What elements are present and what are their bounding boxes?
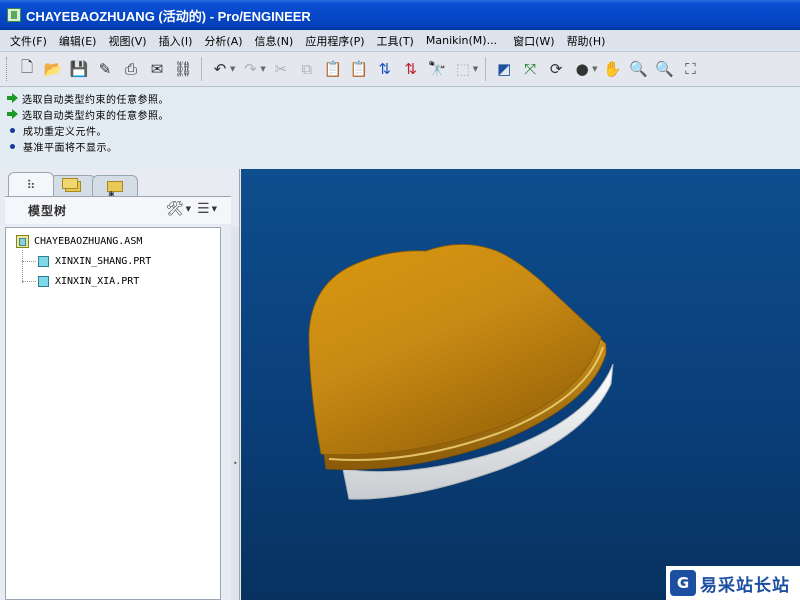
message-area: 选取自动类型约束的任意参照。 选取自动类型约束的任意参照。 成功重定义元件。 基… (0, 87, 800, 169)
part-icon (38, 275, 49, 287)
splitter-grip-icon[interactable]: • (233, 459, 238, 468)
paste-icon[interactable]: 📋 (323, 58, 343, 80)
shading-sphere-icon[interactable]: ● (572, 58, 592, 80)
show-list-icon[interactable]: ☰ (197, 201, 210, 217)
tab-folder-browser[interactable] (50, 175, 96, 196)
redo-icon[interactable]: ↷ (240, 58, 260, 80)
redo-dropdown-icon[interactable]: ▼ (260, 65, 265, 73)
message-line: 选取自动类型约束的任意参照。 (0, 106, 800, 122)
link-icon[interactable]: ⛓ (173, 58, 193, 80)
watermark-logo-icon: G (670, 570, 696, 596)
spin-center-icon[interactable]: ⟳ (546, 58, 566, 80)
part-icon (38, 255, 49, 267)
menu-info[interactable]: 信息(N) (249, 33, 300, 49)
model-tree-title: 模型树 (28, 204, 68, 218)
heart-box-model[interactable] (241, 169, 800, 600)
window-title: CHAYEBAOZHUANG (活动的) - Pro/ENGINEER (26, 8, 311, 24)
paste-special-icon[interactable]: 📋 (349, 58, 369, 80)
app-icon (7, 8, 21, 22)
find-icon[interactable]: 🔭 (427, 58, 447, 80)
shading-dropdown-icon[interactable]: ▼ (592, 65, 597, 73)
toolbar-separator (201, 57, 202, 81)
select-box-icon[interactable]: ⬚ (453, 58, 473, 80)
menu-edit[interactable]: 编辑(E) (53, 33, 103, 49)
watermark: G 易采站长站 (666, 566, 800, 600)
toolbar-separator (485, 57, 487, 81)
save-icon[interactable]: 💾 (69, 58, 89, 80)
panel-splitter[interactable] (231, 227, 239, 600)
tree-connector (22, 261, 36, 262)
main-toolbar: 🗋 📂 💾 ✎ ⎙ ✉ ⛓ ↶ ▼ ↷ ▼ ✂ ⧉ 📋 📋 ⇅ ⇅ 🔭 ⬚ ▼ … (0, 52, 800, 87)
tree-node-label: XINXIN_XIA.PRT (55, 275, 140, 287)
info-bullet-icon (10, 143, 15, 149)
show-dropdown-icon[interactable]: ▼ (212, 205, 217, 213)
menu-file[interactable]: 文件(F) (0, 33, 53, 49)
menu-bar: 文件(F) 编辑(E) 视图(V) 插入(I) 分析(A) 信息(N) 应用程序… (0, 30, 800, 52)
settings-tools-icon[interactable]: 🛠 (166, 201, 184, 217)
message-line: 成功重定义元件。 (0, 122, 800, 138)
print-icon[interactable]: ⎙ (121, 58, 141, 80)
graphics-viewport[interactable] (241, 169, 800, 600)
prompt-arrow-icon (7, 93, 19, 103)
refit-icon[interactable]: ⛶ (681, 58, 701, 80)
favorites-folder-icon: ✱ (107, 180, 123, 199)
tree-node-assembly[interactable]: CHAYEBAOZHUANG.ASM (16, 232, 142, 250)
menu-view[interactable]: 视图(V) (102, 33, 152, 49)
prompt-arrow-icon (7, 109, 19, 119)
new-file-icon[interactable]: 🗋 (17, 58, 37, 80)
toolbar-grip[interactable] (6, 57, 10, 81)
tree-structure-icon: ⠷ (26, 177, 36, 192)
message-text: 基准平面将不显示。 (23, 142, 118, 154)
send-mail-icon[interactable]: ✉ (147, 58, 167, 80)
tree-connector (22, 250, 23, 283)
menu-help[interactable]: 帮助(H) (561, 33, 612, 49)
edit-icon[interactable]: ✎ (95, 58, 115, 80)
open-folder-icon[interactable]: 📂 (43, 58, 63, 80)
navigator-panel: ⠷ ✱ 模型树 🛠 ▼ ☰ ▼ CHAYEBAOZHUANG.ASM XINXI… (0, 169, 240, 600)
message-text: 成功重定义元件。 (23, 126, 107, 138)
heart-lid-part[interactable] (308, 244, 602, 456)
regenerate-icon[interactable]: ⇅ (375, 58, 395, 80)
message-text: 选取自动类型约束的任意参照。 (22, 110, 169, 122)
tree-connector (22, 281, 36, 282)
menu-applications[interactable]: 应用程序(P) (299, 33, 370, 49)
cut-icon[interactable]: ✂ (271, 58, 291, 80)
pan-hand-icon[interactable]: ✋ (603, 58, 623, 80)
tree-node-label: XINXIN_SHANG.PRT (55, 255, 152, 267)
menu-manikin[interactable]: Manikin(M)... (420, 34, 503, 47)
undo-dropdown-icon[interactable]: ▼ (230, 65, 235, 73)
title-bar: CHAYEBAOZHUANG (活动的) - Pro/ENGINEER (0, 0, 800, 30)
folders-icon (62, 177, 81, 192)
model-tree-header: 模型树 🛠 ▼ ☰ ▼ (5, 196, 231, 224)
tab-model-tree[interactable]: ⠷ (8, 172, 54, 196)
settings-dropdown-icon[interactable]: ▼ (186, 205, 191, 213)
copy-icon[interactable]: ⧉ (297, 58, 317, 80)
menu-analysis[interactable]: 分析(A) (198, 33, 248, 49)
menu-insert[interactable]: 插入(I) (153, 33, 199, 49)
regenerate-manager-icon[interactable]: ⇅ (401, 58, 421, 80)
select-dropdown-icon[interactable]: ▼ (473, 65, 478, 73)
message-line: 基准平面将不显示。 (0, 138, 800, 154)
undo-icon[interactable]: ↶ (210, 58, 230, 80)
message-text: 选取自动类型约束的任意参照。 (22, 94, 169, 106)
watermark-text: 易采站长站 (700, 575, 790, 596)
message-line: 选取自动类型约束的任意参照。 (0, 90, 800, 106)
tab-favorites[interactable]: ✱ (92, 175, 138, 199)
model-tree-header-tools: 🛠 ▼ ☰ ▼ (166, 201, 223, 217)
assembly-icon (16, 234, 29, 248)
orient-icon[interactable]: ◩ (494, 58, 514, 80)
info-bullet-icon (10, 127, 15, 133)
model-tree: CHAYEBAOZHUANG.ASM XINXIN_SHANG.PRT XINX… (5, 227, 221, 600)
zoom-out-icon[interactable]: 🔍 (655, 58, 675, 80)
navigator-tabs: ⠷ ✱ (8, 172, 138, 199)
menu-window[interactable]: 窗口(W) (507, 33, 560, 49)
menu-tools[interactable]: 工具(T) (371, 33, 420, 49)
zoom-in-icon[interactable]: 🔍 (629, 58, 649, 80)
tree-node-part[interactable]: XINXIN_SHANG.PRT (38, 252, 151, 270)
tree-node-part[interactable]: XINXIN_XIA.PRT (38, 272, 139, 290)
tree-node-label: CHAYEBAOZHUANG.ASM (34, 235, 143, 247)
datum-axis-icon[interactable]: ⤧ (520, 58, 540, 80)
